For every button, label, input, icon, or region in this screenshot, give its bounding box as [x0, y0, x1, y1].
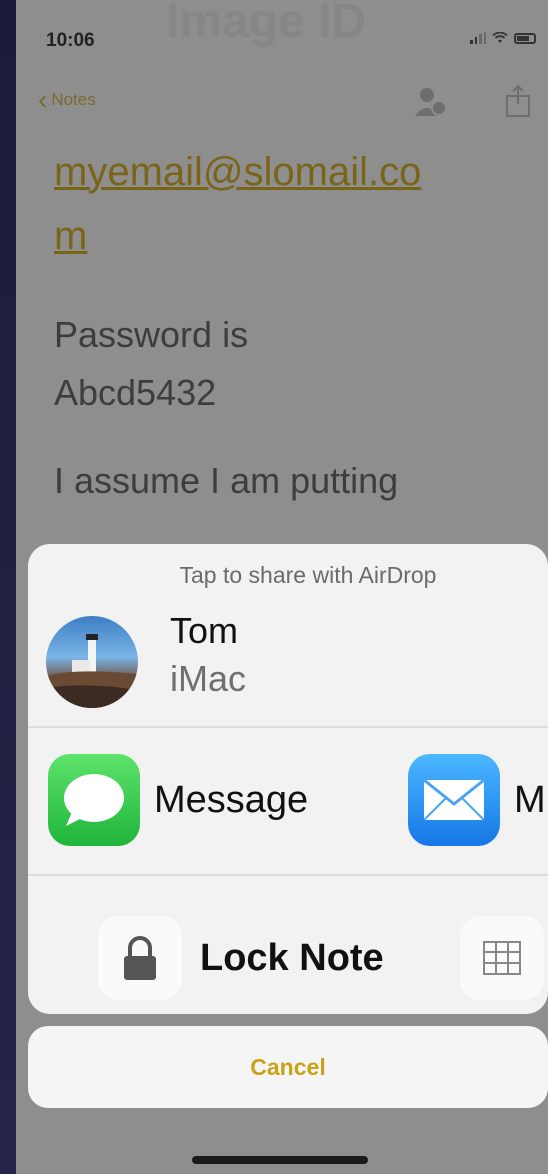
- share-apps-row: Message M: [28, 732, 548, 874]
- share-app-label: M: [514, 778, 546, 821]
- mail-icon: [408, 754, 500, 846]
- share-actions-row: Lock Note: [28, 876, 548, 1014]
- share-sheet: Tap to share with AirDrop Tom iMac Messa…: [28, 544, 548, 1014]
- screen-frame: Image ID 10:06 ‹ Notes myemail@slomail.c…: [0, 0, 548, 1174]
- contact-device: iMac: [170, 658, 247, 699]
- battery-icon: [514, 32, 536, 44]
- share-app-label: Message: [154, 778, 309, 821]
- email-link-line1[interactable]: myemail@slomail.co: [54, 140, 534, 204]
- chevron-left-icon: ‹: [38, 84, 48, 115]
- action-label: Lock Note: [200, 936, 384, 979]
- note-password-line2: Abcd5432: [54, 372, 217, 413]
- contact-name: Tom: [170, 610, 239, 651]
- lighthouse-photo: [46, 634, 138, 708]
- lock-icon: [98, 916, 182, 1000]
- share-app-messages[interactable]: Message: [48, 754, 308, 846]
- phone-screen: Image ID 10:06 ‹ Notes myemail@slomail.c…: [16, 0, 548, 1174]
- share-app-mail[interactable]: M: [408, 754, 546, 846]
- airdrop-contact[interactable]: Tom iMac: [46, 606, 548, 716]
- status-bar: 10:06: [16, 22, 548, 62]
- action-add-table[interactable]: [460, 916, 548, 1000]
- add-person-icon[interactable]: [412, 84, 448, 120]
- divider: [28, 726, 548, 728]
- back-button[interactable]: ‹ Notes: [38, 84, 96, 115]
- action-lock-note[interactable]: Lock Note: [98, 916, 384, 1000]
- email-link-line2[interactable]: m: [54, 204, 534, 268]
- note-password-line1: Password is: [54, 314, 249, 355]
- avatar: [46, 616, 138, 708]
- signal-icon: [470, 32, 486, 44]
- nav-bar: ‹ Notes: [16, 84, 548, 124]
- table-icon: [460, 916, 544, 1000]
- back-label: Notes: [51, 90, 96, 109]
- messages-icon: [48, 754, 140, 846]
- status-icons: [470, 32, 536, 44]
- status-time: 10:06: [46, 30, 95, 51]
- wifi-icon: [492, 32, 508, 43]
- note-body[interactable]: myemail@slomail.co m Password is Abcd543…: [54, 140, 534, 510]
- share-icon[interactable]: [504, 84, 532, 118]
- cancel-button[interactable]: Cancel: [28, 1026, 548, 1108]
- home-indicator[interactable]: [192, 1156, 368, 1164]
- airdrop-hint: Tap to share with AirDrop: [179, 562, 437, 588]
- note-text-line: I assume I am putting: [54, 460, 399, 501]
